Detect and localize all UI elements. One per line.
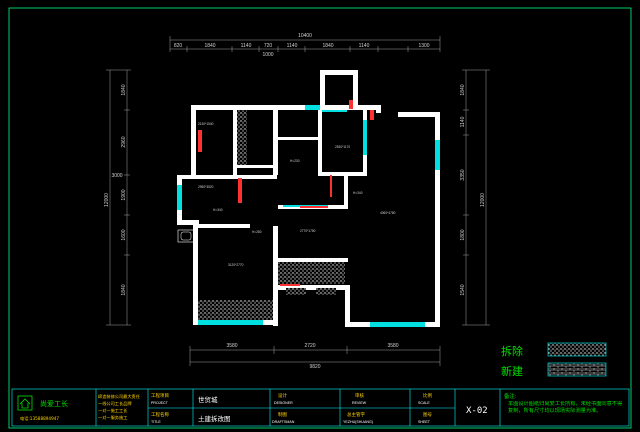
dim-bottom-seg: 3580 <box>387 343 398 349</box>
room-height-label: H=230 <box>290 159 300 163</box>
dim-right-segments: 1840 1140 3350 1800 1540 <box>460 84 466 295</box>
scale-label-en: SCALE <box>418 401 430 405</box>
note-label: 备注: <box>504 392 517 400</box>
dim-bottom-segments: 3580 2720 3580 <box>226 343 398 349</box>
slogan-line: 缔造装修公司最大责任 <box>98 393 140 400</box>
dim-top-seg: 1140 <box>359 43 370 49</box>
room-size-label: 4060*4780 <box>380 211 396 215</box>
legend-demolish-swatch <box>547 342 607 357</box>
legend-demolish-label: 拆除 <box>501 344 523 358</box>
scale-label: 比例 <box>423 392 432 399</box>
company-name: 尚爱工长 <box>40 399 68 408</box>
director-label-en: YEZHU(SHUANG) <box>343 420 373 424</box>
drawing-label: 工程名称 <box>151 411 169 418</box>
company-logo <box>17 395 33 411</box>
dim-top-segments: 820 1840 1140 720 1140 1840 1140 1300 <box>174 43 430 49</box>
demolish-areas <box>198 110 345 320</box>
project-label-en: PROJECT <box>151 401 169 405</box>
dim-left-seg: 1840 <box>121 84 127 95</box>
dim-left-segments: 1840 2960 1900 1600 1840 <box>121 84 127 295</box>
floor-plan-drawing: 10400 820 1840 1140 720 1140 1840 1140 1… <box>8 7 632 429</box>
drawing-value: 土建拆改图 <box>198 414 231 423</box>
draw-label-en: DRAFTSMAN <box>272 420 295 424</box>
note-text-box: 本图设计图纸归尚爱工长所有，未经书面同意不得复制，所有尺寸均以现场实际测量为准。 <box>508 401 623 414</box>
dim-right-seg: 1540 <box>460 284 466 295</box>
design-label-en: DESIGNER <box>274 401 293 405</box>
room-size-label: 2530*1170 <box>335 145 350 149</box>
dim-bottom-total: 9820 <box>309 364 320 370</box>
dim-right-seg: 1840 <box>460 84 466 95</box>
dim-top-seg: 1140 <box>287 43 298 49</box>
dim-top-seg: 1300 <box>418 43 429 49</box>
dim-left-seg: 1900 <box>121 189 127 200</box>
company-slogans: 缔造装修公司最大责任 一线公司工长品牌 一对一施工工长 一对一服务施工 <box>98 393 140 421</box>
drawing-number: X-02 <box>466 406 488 416</box>
slogan-line: 一对一施工工长 <box>98 407 128 414</box>
room-size-label: 2950*3520 <box>198 185 214 189</box>
project-label: 工程项目 <box>151 392 169 399</box>
dimension-lines <box>106 36 490 366</box>
room-size-label: 2770*1750 <box>300 229 316 233</box>
dim-top-seg: 1140 <box>241 43 252 49</box>
dim-right-total: 12000 <box>480 193 486 207</box>
director-label: 总主管字 <box>347 411 365 418</box>
design-label: 设计 <box>278 392 287 399</box>
dim-left-seg: 2960 <box>121 136 127 147</box>
dim-top-seg: 820 <box>174 43 183 49</box>
dim-right-seg: 3350 <box>460 169 466 180</box>
bathtub-fixture-inner <box>180 231 192 241</box>
project-value: 世贸城 <box>198 395 218 404</box>
dim-top-seg: 720 <box>264 43 273 49</box>
dim-left-mid: 3000 <box>111 173 122 179</box>
room-size-label: 3120*2770 <box>228 263 244 267</box>
company-phone: 电话:13588894947 <box>20 415 59 422</box>
dim-left-seg: 1600 <box>121 229 127 240</box>
review-label-en: REVIEW <box>352 401 367 405</box>
draw-label: 制图 <box>278 411 287 418</box>
dim-top-total: 10400 <box>298 33 312 39</box>
legend-new-build-swatch <box>547 362 607 377</box>
dim-top-seg: 1840 <box>204 43 215 49</box>
dim-left-seg: 1840 <box>121 284 127 295</box>
dim-right-seg: 1800 <box>460 229 466 240</box>
sheet-label-en: SHEET <box>418 420 431 424</box>
note-text: 本图设计图纸归尚爱工长所有，未经书面同意不得复制，所有尺寸均以现场实际测量为准。 <box>508 401 623 414</box>
slogan-line: 一对一服务施工 <box>98 414 127 421</box>
room-size-label: 2130*1540 <box>198 122 214 126</box>
sheet-label: 图号 <box>423 412 432 418</box>
legend-new-build-label: 新建 <box>501 364 523 378</box>
room-height-label: H=340 <box>213 208 223 212</box>
dim-bottom-seg: 3580 <box>226 343 237 349</box>
dim-top-small: 1000 <box>262 52 273 58</box>
room-height-label: H=280 <box>252 230 262 234</box>
room-height-label: H=340 <box>353 191 363 195</box>
dim-left-total: 12000 <box>104 193 110 207</box>
dim-right-seg: 1140 <box>460 116 466 127</box>
drawing-label-en: TITLE <box>151 420 161 424</box>
slogan-line: 一线公司工长品牌 <box>98 400 132 407</box>
review-label: 审核 <box>355 392 364 399</box>
dim-bottom-seg: 2720 <box>304 343 315 349</box>
dim-top-seg: 1840 <box>322 43 333 49</box>
